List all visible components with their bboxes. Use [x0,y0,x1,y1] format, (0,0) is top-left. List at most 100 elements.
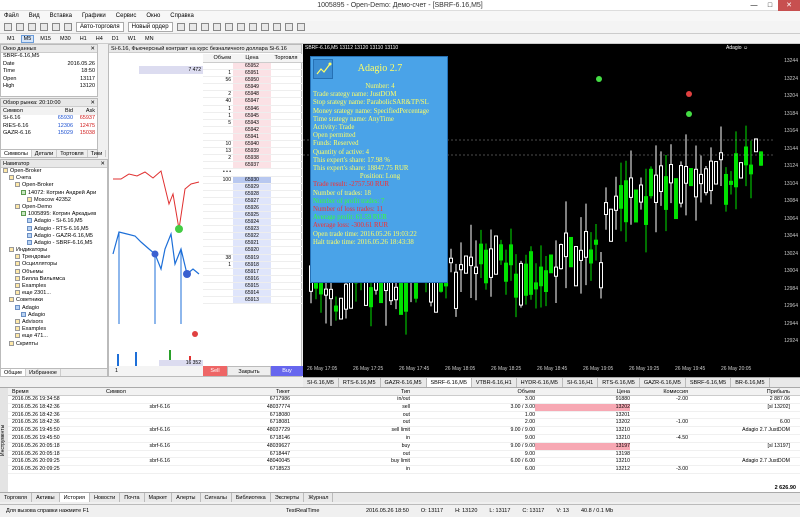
close-button[interactable]: ✕ [778,0,800,11]
navigator-item[interactable]: Осцилляторы [3,261,107,268]
menu-item[interactable]: Справка [170,13,194,19]
dom-row[interactable]: 65949 [203,84,303,92]
history-row[interactable]: 2016.05.26 18:42:36 sbrf-6.16 48037774 sell… [0,403,800,412]
dom-order-cell[interactable] [271,212,293,218]
dom-order-cell[interactable] [271,70,293,76]
toolbox-tab[interactable]: Библиотека [232,493,271,502]
periods-icon[interactable] [284,23,293,31]
dom-order-cell[interactable] [271,113,293,119]
navigator-item[interactable]: Adagio - GAZR-6.16,M5 [3,233,107,240]
navigator-item[interactable]: Open-Broker [3,168,107,175]
market-watch-tab[interactable]: Тортовля [57,150,88,157]
timeframe-m30[interactable]: M30 [57,35,74,43]
dom-order-cell[interactable] [271,255,293,261]
dom-order-cell[interactable] [271,177,293,183]
toolbox-tab[interactable]: Эксперты [271,493,305,502]
dom-row[interactable]: 13 65939 [203,148,303,156]
navigator-item[interactable]: еще 2301... [3,290,107,297]
dom-qty[interactable]: 1 [109,366,203,376]
maximize-button[interactable]: □ [762,0,778,11]
chart-tab[interactable]: RTS-6.16,M5 [339,378,381,387]
toolbox-tab[interactable]: Почта [120,493,145,502]
dom-row[interactable]: 2 65948 [203,91,303,99]
toolbox-tab[interactable]: Торговля [0,493,32,502]
dom-order-cell[interactable] [271,240,293,246]
toolbox-tab[interactable]: Журнал [304,493,334,502]
navigator-item[interactable]: Examples [3,283,107,290]
dom-order-cell[interactable] [271,127,293,133]
dom-row[interactable]: • • • [203,169,303,177]
dom-order-cell[interactable] [271,169,293,175]
templates-icon[interactable] [296,23,305,31]
market-watch-icon[interactable] [28,23,36,31]
dom-row[interactable]: 65915 [203,282,303,290]
chart-tab[interactable]: GAZR-6.16,M5 [640,378,686,387]
navigator-item[interactable]: Adagio - Si-6.16,M5 [3,218,107,225]
history-row[interactable]: 2016.05.26 20:09:25 sbrf-6.16 48040045 buy … [0,458,800,467]
toolbox-icon[interactable] [64,23,72,31]
navigator-item[interactable]: Скрипты [3,341,107,348]
dom-row[interactable]: 65927 [203,197,303,205]
navigator-item[interactable]: 14072: Котрин Андрей Ари [3,190,107,197]
dom-row[interactable]: 1 65946 [203,105,303,113]
new-order-button[interactable]: Новый ордер [127,22,173,32]
bars-icon[interactable] [176,23,185,31]
dom-row[interactable]: 1 65945 [203,112,303,120]
navigator-item[interactable]: Билла Вильямса [3,276,107,283]
dom-row[interactable]: 65914 [203,290,303,298]
dom-row[interactable]: 100 65930 [203,176,303,184]
dom-order-cell[interactable] [271,191,293,197]
toolbox-tab[interactable]: Активы [32,493,60,502]
market-watch-tab[interactable]: Символы [1,150,32,157]
timeframe-w1[interactable]: W1 [125,35,139,43]
dom-row[interactable]: 65928 [203,190,303,198]
timeframe-mn[interactable]: MN [142,35,157,43]
navigator-item[interactable]: Adagio [3,312,107,319]
dom-row[interactable]: 65923 [203,226,303,234]
dom-order-cell[interactable] [271,219,293,225]
chart-tab[interactable]: GAZR-6.16,M5 [381,378,427,387]
autoscroll-icon[interactable] [248,23,257,31]
dom-row[interactable]: 65922 [203,233,303,241]
dom-order-cell[interactable] [271,106,293,112]
dom-row[interactable]: 1 65951 [203,70,303,78]
dom-order-cell[interactable] [271,233,293,239]
menu-item[interactable]: Вид [29,13,40,19]
timeframe-h1[interactable]: H1 [77,35,90,43]
minimize-button[interactable]: — [746,0,762,11]
dom-order-cell[interactable] [271,290,293,296]
zoom-in-icon[interactable] [212,23,221,31]
data-window-icon[interactable] [40,23,48,31]
dom-order-cell[interactable] [271,198,293,204]
navigator-item[interactable]: Счета [3,175,107,182]
navigator-item[interactable]: Трендовые [3,254,107,261]
dom-row[interactable]: 65921 [203,240,303,248]
timeframe-d1[interactable]: D1 [109,35,122,43]
navigator-item[interactable]: еще 471... [3,333,107,340]
menu-item[interactable]: Сервис [116,13,137,19]
dom-row[interactable]: 65942 [203,126,303,134]
dom-order-cell[interactable] [271,134,293,140]
navigator-item[interactable]: Open-Demo [3,204,107,211]
tile-icon[interactable] [236,23,245,31]
menu-item[interactable]: Вставка [50,13,72,19]
menu-item[interactable]: Файл [4,13,19,19]
menu-item[interactable]: Окно [146,13,160,19]
timeframe-h4[interactable]: H4 [93,35,106,43]
dom-order-cell[interactable] [271,141,293,147]
navigator-item[interactable]: Examples [3,326,107,333]
history-row[interactable]: 2016.05.26 20:05:18 sbrf-6.16 48039627 buy 9… [0,442,800,451]
candles-icon[interactable] [188,23,197,31]
new-chart-icon[interactable] [4,23,12,31]
timeframe-m1[interactable]: M1 [4,35,18,43]
toolbox-tab[interactable]: Новости [90,493,121,502]
navigator-item[interactable]: Индикаторы [3,247,107,254]
line-icon[interactable] [200,23,209,31]
dom-order-cell[interactable] [271,162,293,168]
dom-order-cell[interactable] [271,63,293,69]
history-row[interactable]: 2016.05.26 20:09:25 6718523 in 6.00 13212 -3.… [0,466,800,474]
history-row[interactable]: 2016.05.26 18:42:36 6718081 out 2.00 13202 -1… [0,419,800,428]
chart-tab[interactable]: HYDR-6.16,M5 [517,378,563,387]
dom-row[interactable]: 65926 [203,204,303,212]
dom-row[interactable]: 65917 [203,268,303,276]
